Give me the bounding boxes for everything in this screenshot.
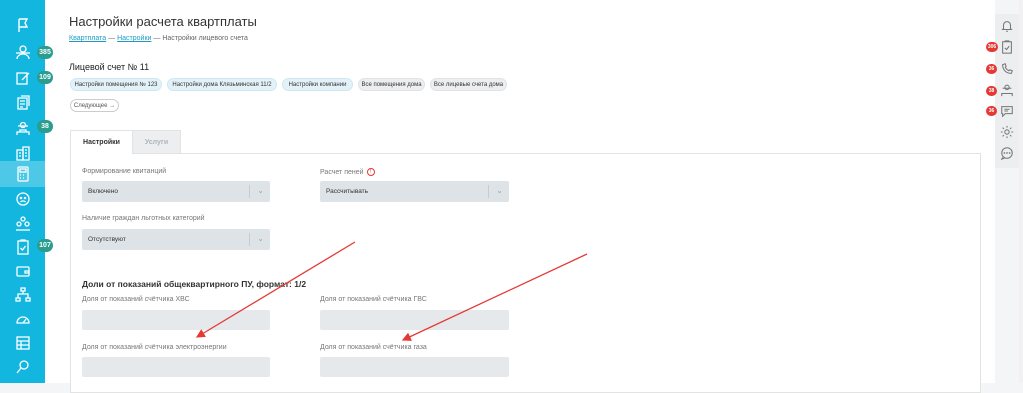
hot-water-label: Доля от показаний счётчика ГВС xyxy=(320,296,427,303)
select-divider xyxy=(249,185,250,198)
receipts-label: Формирование квитанций xyxy=(82,168,167,175)
group-icon[interactable] xyxy=(0,211,45,235)
wallet-icon[interactable] xyxy=(0,259,45,283)
bell-icon[interactable] xyxy=(995,16,1019,36)
breadcrumb-separator: — xyxy=(108,35,116,42)
account-title: Лицевой счет № 11 xyxy=(69,62,150,72)
chip-all-rooms[interactable]: Все помещения дома xyxy=(358,78,425,91)
table-icon[interactable] xyxy=(0,331,45,355)
chevron-down-icon: ⌄ xyxy=(257,186,264,195)
clipboard-check-badge: 107 xyxy=(37,239,53,252)
worker-badge: 38 xyxy=(986,86,997,96)
hot-water-input[interactable] xyxy=(320,310,509,330)
chip-company-settings[interactable]: Настройки компании xyxy=(282,78,353,91)
message-badge: 36 xyxy=(986,106,997,116)
electricity-label: Доля от показаний счётчика электроэнерги… xyxy=(82,344,227,351)
page-scrollbar[interactable] xyxy=(1019,0,1023,383)
smile-icon[interactable] xyxy=(0,187,45,211)
calculator-icon[interactable] xyxy=(0,161,45,187)
penalties-value: Рассчитывать xyxy=(326,188,369,195)
chevron-down-icon: ⌄ xyxy=(257,234,264,243)
settings-icon[interactable] xyxy=(995,122,1019,142)
page-title: Настройки расчета квартплаты xyxy=(69,14,257,29)
chip-all-accounts[interactable]: Все лицевые счета дома xyxy=(430,78,507,91)
chip-house-settings[interactable]: Настройки дома Клязьминская 11/2 xyxy=(167,78,277,91)
select-divider xyxy=(249,233,250,246)
breadcrumb-current: Настройки лицевого счета xyxy=(162,35,248,42)
clipboard-badge: 306 xyxy=(986,42,998,52)
cold-water-input[interactable] xyxy=(82,310,270,330)
breadcrumb-link-settings[interactable]: Настройки xyxy=(117,35,151,42)
location-icon[interactable] xyxy=(0,355,45,379)
gas-label: Доля от показаний счётчика газа xyxy=(320,344,427,351)
flag-icon[interactable] xyxy=(0,13,45,37)
penalties-label-row: Расчет пеней! xyxy=(320,168,375,176)
meter-icon[interactable] xyxy=(0,307,45,331)
phone-badge: 36 xyxy=(986,64,997,74)
penalties-label: Расчет пеней xyxy=(320,168,364,176)
benefits-value: Отсутствуют xyxy=(88,236,126,243)
clipboard-icon[interactable] xyxy=(995,37,1019,57)
cold-water-label: Доля от показаний счётчика ХВС xyxy=(82,296,190,303)
message-icon[interactable] xyxy=(995,101,1019,121)
benefits-select[interactable]: Отсутствуют ⌄ xyxy=(82,229,270,250)
tab-settings[interactable]: Настройки xyxy=(70,130,133,154)
chip-room-settings[interactable]: Настройки помещения № 123 xyxy=(70,78,162,91)
tab-services[interactable]: Услуги xyxy=(133,130,181,154)
info-icon[interactable]: ! xyxy=(366,168,375,176)
penalties-select[interactable]: Рассчитывать ⌄ xyxy=(320,181,509,202)
gas-input[interactable] xyxy=(320,357,509,377)
main-content: Настройки расчета квартплаты Квартплата … xyxy=(45,0,995,393)
receipts-value: Включено xyxy=(88,188,118,195)
hierarchy-icon[interactable] xyxy=(0,283,45,307)
left-sidebar: 385 109 38 107 xyxy=(0,0,53,383)
chevron-down-icon: ⌄ xyxy=(496,186,503,195)
breadcrumb: Квартплата — Настройки — Настройки лицев… xyxy=(69,35,248,42)
section-title: Доли от показаний общеквартирного ПУ, фо… xyxy=(82,279,307,289)
phone-icon[interactable] xyxy=(995,59,1019,79)
benefits-label: Наличие граждан льготных категорий xyxy=(82,215,205,222)
documents-icon[interactable] xyxy=(0,91,45,115)
select-divider xyxy=(488,185,489,198)
receipts-select[interactable]: Включено ⌄ xyxy=(82,181,270,202)
next-button[interactable]: Следующее → xyxy=(70,99,119,112)
chat-icon[interactable] xyxy=(995,143,1019,163)
breadcrumb-separator: — xyxy=(153,35,161,42)
electricity-input[interactable] xyxy=(82,357,270,377)
worker-icon[interactable] xyxy=(995,80,1019,100)
users-badge: 385 xyxy=(37,46,53,59)
engineer-badge: 38 xyxy=(37,120,53,133)
breadcrumb-link-rent[interactable]: Квартплата xyxy=(69,35,106,42)
edit-badge: 109 xyxy=(37,71,53,84)
